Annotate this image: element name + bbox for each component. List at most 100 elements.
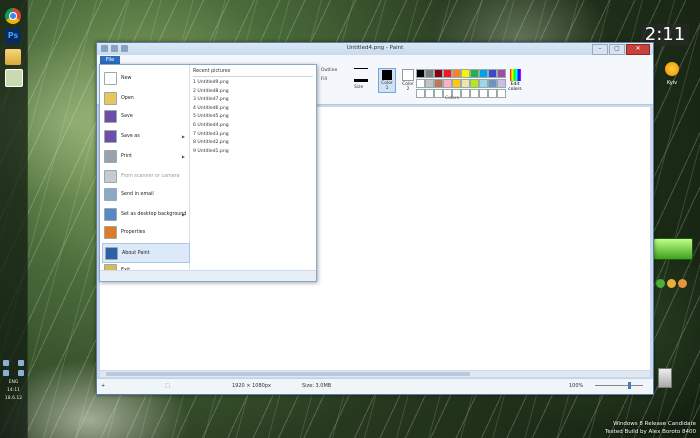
- palette-swatch[interactable]: [452, 79, 461, 88]
- image-dimensions: 1920 × 1080px: [232, 383, 271, 389]
- fill-dropdown[interactable]: Fill: [321, 77, 337, 82]
- file-menu-item[interactable]: Print ▶: [102, 147, 188, 165]
- outline-dropdown[interactable]: Outline: [321, 68, 337, 73]
- palette-swatch[interactable]: [479, 79, 488, 88]
- scrollbar-thumb[interactable]: [106, 372, 470, 376]
- palette-swatch[interactable]: [452, 69, 461, 78]
- tray-date[interactable]: 18.6.12: [3, 396, 24, 402]
- edit-colors-label: Edit colors: [508, 82, 522, 92]
- file-menu-item[interactable]: Open: [102, 89, 188, 107]
- palette-swatch[interactable]: [461, 69, 470, 78]
- bluetooth-icon[interactable]: [3, 370, 9, 376]
- window-controls: – ▢ ✕: [592, 44, 650, 55]
- file-menu-item-label: Send in email: [121, 191, 154, 197]
- battery-meter-gadget: [653, 238, 693, 260]
- palette-swatch[interactable]: [488, 89, 497, 98]
- zoom-slider-knob[interactable]: [628, 382, 631, 389]
- maximize-button[interactable]: ▢: [609, 44, 625, 55]
- explorer-folder-icon[interactable]: [5, 49, 21, 65]
- palette-swatch[interactable]: [497, 69, 506, 78]
- palette-swatch[interactable]: [461, 79, 470, 88]
- orange-gadget-icon[interactable]: [678, 279, 687, 288]
- palette-swatch[interactable]: [488, 69, 497, 78]
- file-menu-item[interactable]: Save: [102, 107, 188, 125]
- palette-swatch[interactable]: [497, 79, 506, 88]
- green-gadget-icon[interactable]: [656, 279, 665, 288]
- palette-swatch[interactable]: [416, 69, 425, 78]
- flag-icon[interactable]: [18, 360, 24, 366]
- tray-language[interactable]: ENG: [3, 380, 24, 386]
- chrome-icon[interactable]: [5, 8, 21, 24]
- palette-swatch[interactable]: [497, 89, 506, 98]
- close-button[interactable]: ✕: [626, 44, 650, 55]
- photoshop-icon[interactable]: Ps: [5, 28, 21, 44]
- palette-swatch[interactable]: [488, 79, 497, 88]
- network-icon[interactable]: [3, 360, 9, 366]
- horizontal-scrollbar[interactable]: [100, 371, 650, 377]
- palette-swatch[interactable]: [425, 69, 434, 78]
- palette-swatch[interactable]: [470, 89, 479, 98]
- palette-swatch[interactable]: [425, 89, 434, 98]
- palette-swatch[interactable]: [443, 79, 452, 88]
- submenu-arrow-icon: ▶: [181, 211, 185, 217]
- taskbar: Ps ENG 14:11 18.6.12: [0, 0, 28, 438]
- palette-swatch[interactable]: [479, 69, 488, 78]
- new-document-icon: [104, 71, 117, 85]
- file-menu-item[interactable]: Properties: [102, 223, 188, 241]
- file-menu-item[interactable]: About Paint: [102, 243, 190, 263]
- recent-picture-item[interactable]: 6 Untitled4.png: [193, 123, 229, 128]
- color2-button[interactable]: Color 2: [400, 68, 416, 93]
- recent-picture-item[interactable]: 4 Untitled6.png: [193, 106, 229, 111]
- info-icon: [105, 246, 118, 260]
- recent-pictures-header: Recent pictures: [193, 69, 231, 74]
- title-bar[interactable]: Untitled4.png - Paint – ▢ ✕: [97, 43, 653, 55]
- palette-swatch[interactable]: [461, 89, 470, 98]
- file-menu-item[interactable]: Set as desktop background ▶: [102, 205, 188, 223]
- recent-picture-item[interactable]: 7 Untitled3.png: [193, 132, 229, 137]
- file-menu-item[interactable]: Send in email: [102, 185, 188, 203]
- palette-swatch[interactable]: [479, 89, 488, 98]
- palette-swatch[interactable]: [470, 79, 479, 88]
- recent-picture-item[interactable]: 8 Untitled2.png: [193, 140, 229, 145]
- save-disk-icon: [104, 109, 117, 123]
- color1-swatch: [382, 70, 392, 80]
- yellow-gadget-icon[interactable]: [667, 279, 676, 288]
- file-size: Size: 3.0MB: [302, 383, 332, 389]
- watermark-line-1: Windows 8 Release Candidate: [613, 421, 696, 427]
- palette-swatch[interactable]: [416, 79, 425, 88]
- paint-taskbar-icon[interactable]: [5, 69, 23, 87]
- palette-swatch[interactable]: [470, 69, 479, 78]
- recent-picture-item[interactable]: 9 Untitled1.png: [193, 149, 229, 154]
- palette-swatch[interactable]: [434, 89, 443, 98]
- recent-picture-item[interactable]: 1 Untitled9.png: [193, 80, 229, 85]
- zoom-level: 100%: [569, 383, 584, 389]
- minimize-button[interactable]: –: [592, 44, 608, 55]
- recent-picture-item[interactable]: 3 Untitled7.png: [193, 97, 229, 102]
- color-wheel-icon: [509, 69, 521, 81]
- edit-colors-button[interactable]: Edit colors: [507, 69, 523, 92]
- file-menu-item-label: Save: [121, 113, 133, 119]
- zoom-slider[interactable]: [595, 385, 643, 386]
- recent-picture-item[interactable]: 2 Untitled8.png: [193, 89, 229, 94]
- file-menu-item-label: New: [121, 75, 132, 81]
- palette-swatch[interactable]: [434, 79, 443, 88]
- palette-swatch[interactable]: [443, 69, 452, 78]
- recent-picture-item[interactable]: 5 Untitled5.png: [193, 114, 229, 119]
- file-menu-item-label: About Paint: [122, 250, 150, 256]
- color1-button[interactable]: Color 1: [378, 68, 396, 93]
- file-menu-item[interactable]: New: [102, 69, 188, 87]
- palette-swatch[interactable]: [416, 89, 425, 98]
- volume-icon[interactable]: [18, 370, 24, 376]
- palette-swatch[interactable]: [434, 69, 443, 78]
- file-menu-item[interactable]: Save as ▶: [102, 127, 188, 145]
- watermark-line-2: Tested Build by Alex Boroto 8400: [605, 429, 696, 435]
- tray-time[interactable]: 14:11: [3, 388, 24, 394]
- colors-group-label: Colors: [445, 96, 460, 101]
- email-icon: [104, 187, 117, 201]
- palette-swatch[interactable]: [425, 79, 434, 88]
- size-tool[interactable]: Size: [354, 68, 368, 90]
- recycle-bin-icon[interactable]: [658, 368, 672, 388]
- line-size-icon: [354, 68, 368, 82]
- color2-label: Color 2: [402, 82, 414, 92]
- file-menu-item[interactable]: From scanner or camera: [102, 167, 188, 185]
